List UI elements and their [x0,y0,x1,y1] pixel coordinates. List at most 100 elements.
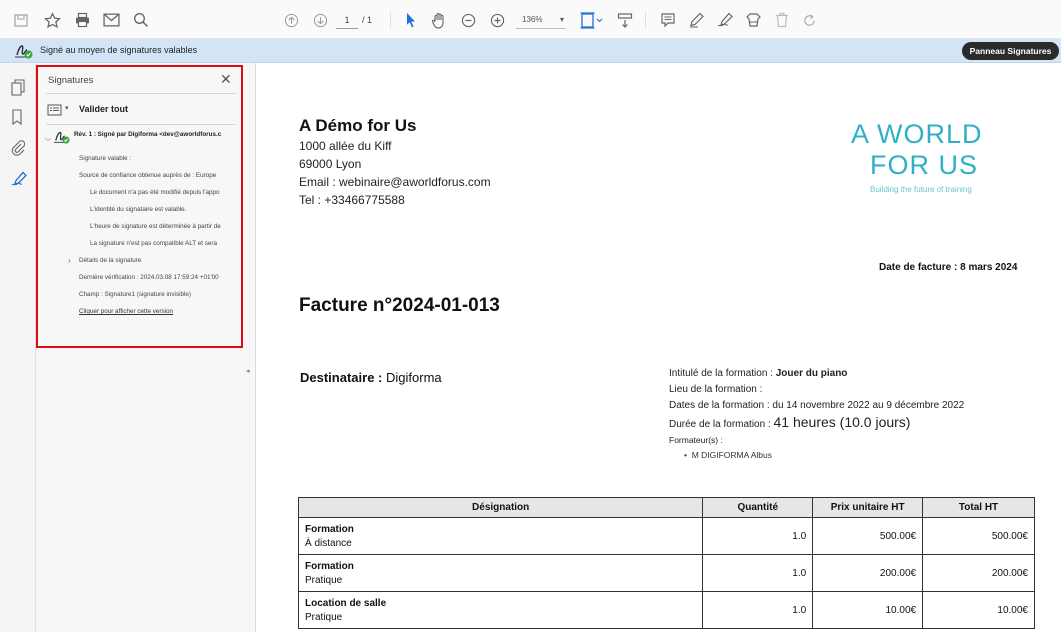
row-subtitle: Pratique [305,611,343,623]
signature-panel-button[interactable]: Panneau Signatures [962,42,1059,60]
validate-all-button[interactable]: Valider tout [79,104,128,114]
signatures-panel-title: Signatures [48,75,94,86]
highlight-pen-icon[interactable] [686,9,708,31]
quantity-cell: 1.0 [702,517,814,555]
page-total: / 1 [362,15,373,25]
close-icon[interactable]: ✕ [220,71,232,88]
total-cell: 10.00€ [922,591,1035,629]
save-icon[interactable] [10,9,32,31]
tree-item[interactable]: Champ : Signature1 (signature invisible) [79,291,241,298]
valid-signature-icon [53,129,71,150]
company-name: A Démo for Us [299,116,417,135]
row-title: Formation [305,523,354,535]
attachment-icon[interactable] [11,139,27,157]
signatures-panel: Signatures ✕ ▾ Valider tout ⌵ Rév. 1 : S… [36,63,256,632]
address-line: 1000 allée du Kiff [299,139,392,153]
zoom-out-icon[interactable] [457,9,479,31]
column-header: Désignation [297,497,704,518]
sign-pen-icon[interactable] [714,9,736,31]
training-duration: Durée de la formation : 41 heures (10.0 … [669,414,910,430]
table-row: Formation À distance 1.0 500.00€ 500.00€ [297,517,1035,555]
row-title: Formation [305,560,354,572]
next-page-icon[interactable] [309,9,331,31]
email-line: Email : webinaire@aworldforus.com [299,175,491,189]
training-place: Lieu de la formation : [669,384,763,395]
tree-item[interactable]: La signature n'est pas compatible ALT et… [90,240,241,247]
recipient-label: Destinataire : [300,370,383,385]
star-icon[interactable] [41,9,63,31]
scroll-mode-icon[interactable] [614,9,636,31]
signature-panel-icon[interactable] [11,171,27,189]
tree-item[interactable]: Détails de la signature [79,257,241,264]
unit-price-cell: 10.00€ [812,591,924,629]
logo-line-2: FOR US [870,150,979,180]
tree-item[interactable]: Signature valable : [79,155,241,162]
tree-item[interactable]: Le document n'a pas été modifié depuis l… [90,189,241,196]
table-row: Location de salle Pratique 1.0 10.00€ 10.… [297,591,1035,629]
panel-divider [46,93,236,94]
redo-icon[interactable] [798,9,820,31]
invoice-title: Facture n°2024-01-013 [299,295,500,316]
trainer-item: • M DIGIFORMA Albus [684,450,772,460]
recipient: Destinataire : Digiforma [300,370,442,385]
revision-item[interactable]: Rév. 1 : Signé par Digiforma <dev@aworld… [74,131,241,138]
designation-cell: Location de salle Pratique [297,591,704,629]
chevron-down-icon[interactable]: ⌵ [45,134,51,144]
training-title: Intitulé de la formation : Jouer du pian… [669,368,847,379]
mail-icon[interactable] [100,9,122,31]
invoice-table: Désignation Quantité Prix unitaire HT To… [297,497,1035,629]
trainers-label: Formateur(s) : [669,435,723,445]
document-page: A Démo for Us 1000 allée du Kiff 69000 L… [256,63,1061,632]
trainer-name: M DIGIFORMA Albus [691,450,772,460]
tree-item[interactable]: Source de confiance obtenue auprès de : … [79,172,241,179]
page-number-input[interactable]: 1 [336,11,358,29]
previous-page-icon[interactable] [280,9,302,31]
print-icon[interactable] [71,9,93,31]
recipient-name: Digiforma [386,370,442,385]
stamp-icon[interactable] [742,9,764,31]
phone-line: Tel : +33466775588 [299,193,405,207]
training-title-value: Jouer du piano [775,368,848,379]
address-line: 69000 Lyon [299,157,362,171]
view-version-link[interactable]: Cliquer pour afficher cette version [79,308,241,315]
panel-divider [46,124,236,125]
quantity-cell: 1.0 [702,554,814,592]
signatures-highlight-box: Signatures ✕ ▾ Valider tout ⌵ Rév. 1 : S… [36,65,243,348]
trash-icon[interactable] [771,9,793,31]
logo-line-1: A WORLD [851,119,983,149]
chevron-down-icon[interactable]: ▾ [65,104,69,112]
options-menu-icon[interactable] [47,103,62,121]
total-cell: 500.00€ [922,517,1035,555]
quantity-cell: 1.0 [702,591,814,629]
training-duration-value: 41 heures (10.0 jours) [773,414,911,430]
training-dates: Dates de la formation : du 14 novembre 2… [669,400,965,411]
main-toolbar: 1 / 1 136% ▾ [0,0,1061,39]
tree-item[interactable]: Dernière vérification : 2024.03.08 17:59… [79,274,241,281]
page-fit-icon[interactable] [578,9,606,31]
row-title: Location de salle [305,597,387,609]
zoom-in-icon[interactable] [486,9,508,31]
column-header: Prix unitaire HT [812,497,924,518]
valid-signature-icon [14,42,34,65]
collapse-panel-icon[interactable]: ◂ [246,367,250,375]
unit-price-cell: 500.00€ [812,517,924,555]
designation-cell: Formation À distance [297,517,704,555]
zoom-level-select[interactable]: 136% ▾ [516,11,566,29]
training-duration-label: Durée de la formation : [669,419,771,430]
designation-cell: Formation Pratique [297,554,704,592]
comment-icon[interactable] [657,9,679,31]
table-row: Formation Pratique 1.0 200.00€ 200.00€ [297,554,1035,592]
invoice-date: Date de facture : 8 mars 2024 [879,262,1018,273]
training-title-label: Intitulé de la formation : [669,368,773,379]
bookmark-icon[interactable] [11,109,27,127]
column-header: Quantité [702,497,814,518]
hand-tool-icon[interactable] [428,9,450,31]
select-cursor-icon[interactable] [401,9,421,31]
total-cell: 200.00€ [922,554,1035,592]
zoom-value: 136% [522,15,543,24]
pages-thumbnail-icon[interactable] [11,79,27,97]
tree-item[interactable]: L'heure de signature est déterminée à pa… [90,223,241,230]
search-icon[interactable] [130,9,152,31]
chevron-right-icon[interactable]: › [68,256,71,265]
tree-item[interactable]: L'identité du signataire est valable. [90,206,241,213]
